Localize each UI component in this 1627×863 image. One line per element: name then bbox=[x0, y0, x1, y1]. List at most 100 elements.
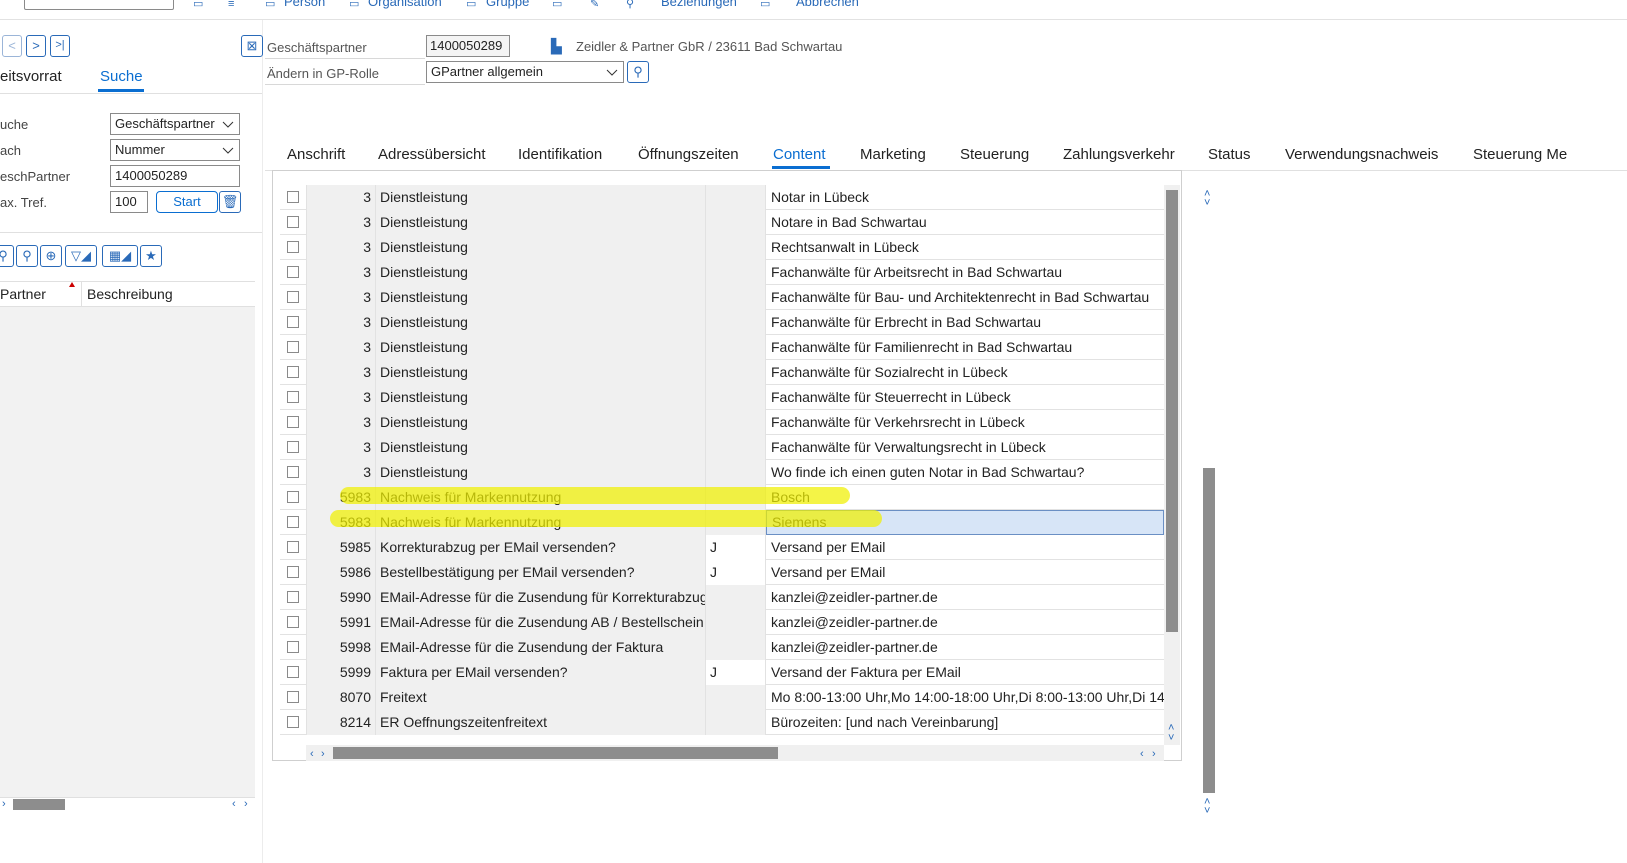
row-checkbox[interactable] bbox=[287, 266, 299, 278]
toolbar-cancel[interactable]: Abbrechen bbox=[796, 0, 859, 9]
column-description[interactable]: Beschreibung bbox=[87, 286, 173, 302]
max-hits-input[interactable]: 100 bbox=[110, 191, 148, 213]
tab-anschrift[interactable]: Anschrift bbox=[287, 146, 345, 163]
content-value[interactable]: Fachanwälte für Erbrecht in Bad Schwarta… bbox=[766, 310, 1164, 335]
tab-status[interactable]: Status bbox=[1208, 146, 1251, 163]
row-checkbox[interactable] bbox=[287, 716, 299, 728]
column-partner[interactable]: Partner bbox=[0, 286, 46, 302]
content-value[interactable]: Wo finde ich einen guten Notar in Bad Sc… bbox=[766, 460, 1164, 485]
tab-oeffnungszeiten[interactable]: Öffnungszeiten bbox=[638, 146, 739, 163]
command-field[interactable] bbox=[24, 0, 174, 10]
toolbar-group[interactable]: Gruppe bbox=[486, 0, 529, 9]
row-checkbox[interactable] bbox=[287, 316, 299, 328]
organisation-icon[interactable]: ▭ bbox=[349, 0, 365, 10]
table-row[interactable]: 3 Dienstleistung Wo finde ich einen guten … bbox=[280, 460, 1164, 485]
print-icon[interactable]: ▭ bbox=[193, 0, 209, 10]
row-select-cell[interactable] bbox=[280, 585, 307, 610]
scroll-left-icon[interactable]: ‹ bbox=[232, 799, 236, 810]
row-checkbox[interactable] bbox=[287, 241, 299, 253]
row-select-cell[interactable] bbox=[280, 310, 307, 335]
previous-icon[interactable]: < bbox=[2, 35, 22, 57]
tab-adressuebersicht[interactable]: Adressübersicht bbox=[378, 146, 486, 163]
table-row[interactable]: 5998 EMail-Adresse für die Zusendung der … bbox=[280, 635, 1164, 660]
table-hscroll-thumb[interactable] bbox=[333, 747, 778, 759]
start-button[interactable]: Start bbox=[156, 191, 218, 213]
edit-icon[interactable]: ✎ bbox=[590, 0, 606, 10]
row-select-cell[interactable] bbox=[280, 210, 307, 235]
row-select-cell[interactable] bbox=[280, 260, 307, 285]
table-row[interactable]: 3 Dienstleistung Fachanwälte für Bau- und … bbox=[280, 285, 1164, 310]
cancel-icon[interactable]: ▭ bbox=[760, 0, 776, 10]
row-checkbox[interactable] bbox=[287, 441, 299, 453]
row-select-cell[interactable] bbox=[280, 360, 307, 385]
content-value[interactable]: Mo 8:00-13:00 Uhr,Mo 14:00-18:00 Uhr,Di … bbox=[766, 685, 1164, 710]
table-row[interactable]: 8070 Freitext Mo 8:00-13:00 Uhr,Mo 14:00-1… bbox=[280, 685, 1164, 710]
row-checkbox[interactable] bbox=[287, 466, 299, 478]
row-checkbox[interactable] bbox=[287, 216, 299, 228]
row-select-cell[interactable] bbox=[280, 685, 307, 710]
last-icon[interactable]: >| bbox=[50, 35, 70, 57]
tab-steuerung[interactable]: Steuerung bbox=[960, 146, 1029, 163]
row-checkbox[interactable] bbox=[287, 516, 299, 528]
row-select-cell[interactable] bbox=[280, 185, 307, 210]
table-row[interactable]: 5991 EMail-Adresse für die Zusendung AB /… bbox=[280, 610, 1164, 635]
content-value[interactable]: Fachanwälte für Bau- und Architektenrech… bbox=[766, 285, 1164, 310]
group-icon[interactable]: ▭ bbox=[466, 0, 482, 10]
scroll-left-icon[interactable]: ‹ bbox=[1140, 749, 1144, 760]
row-checkbox[interactable] bbox=[287, 191, 299, 203]
tab-zahlungsverkehr[interactable]: Zahlungsverkehr bbox=[1063, 146, 1175, 163]
table-row[interactable]: 3 Dienstleistung Fachanwälte für Verwaltun… bbox=[280, 435, 1164, 460]
content-value[interactable]: Fachanwälte für Arbeitsrecht in Bad Schw… bbox=[766, 260, 1164, 285]
table-row[interactable]: 3 Dienstleistung Fachanwälte für Verkehrsr… bbox=[280, 410, 1164, 435]
tab-worklist[interactable]: eitsvorrat bbox=[0, 68, 62, 85]
row-checkbox[interactable] bbox=[287, 641, 299, 653]
table-row[interactable]: 5985 Korrekturabzug per EMail versenden? J… bbox=[280, 535, 1164, 560]
row-checkbox[interactable] bbox=[287, 691, 299, 703]
row-checkbox[interactable] bbox=[287, 666, 299, 678]
tab-content[interactable]: Content bbox=[773, 146, 826, 163]
scroll-left-icon[interactable]: ‹ bbox=[310, 749, 314, 760]
row-select-cell[interactable] bbox=[280, 410, 307, 435]
tab-verwendungsnachweis[interactable]: Verwendungsnachweis bbox=[1285, 146, 1438, 163]
filter-icon[interactable]: ▽◢ bbox=[65, 245, 97, 267]
content-flag[interactable]: J bbox=[706, 535, 766, 560]
content-value[interactable]: Fachanwälte für Verkehrsrecht in Lübeck bbox=[766, 410, 1164, 435]
page-vscroll-thumb[interactable] bbox=[1203, 468, 1215, 793]
table-row[interactable]: 3 Dienstleistung Fachanwälte für Sozialrec… bbox=[280, 360, 1164, 385]
search-icon[interactable]: ⚲ bbox=[16, 245, 38, 267]
content-value[interactable]: Versand per EMail bbox=[766, 535, 1164, 560]
table-row[interactable]: 3 Dienstleistung Fachanwälte für Erbrecht … bbox=[280, 310, 1164, 335]
row-checkbox[interactable] bbox=[287, 416, 299, 428]
row-select-cell[interactable] bbox=[280, 435, 307, 460]
row-checkbox[interactable] bbox=[287, 366, 299, 378]
find-next-icon[interactable]: ⊕ bbox=[40, 245, 62, 267]
list-icon[interactable]: ≡ bbox=[228, 0, 244, 10]
row-select-cell[interactable] bbox=[280, 710, 307, 735]
copy-icon[interactable]: ▭ bbox=[552, 0, 568, 10]
toolbar-person[interactable]: Person bbox=[284, 0, 325, 9]
table-row[interactable]: 5986 Bestellbestätigung per EMail versend… bbox=[280, 560, 1164, 585]
tab-marketing[interactable]: Marketing bbox=[860, 146, 926, 163]
search-by-select[interactable]: Nummer bbox=[110, 139, 240, 161]
find-icon[interactable]: ⚲ bbox=[0, 245, 14, 267]
content-flag[interactable]: J bbox=[706, 560, 766, 585]
role-select[interactable]: GPartner allgemein bbox=[426, 61, 624, 83]
tab-identifikation[interactable]: Identifikation bbox=[518, 146, 602, 163]
relations-icon[interactable]: ⚲ bbox=[626, 0, 642, 10]
row-select-cell[interactable] bbox=[280, 335, 307, 360]
table-row[interactable]: 3 Dienstleistung Rechtsanwalt in Lübeck bbox=[280, 235, 1164, 260]
row-select-cell[interactable] bbox=[280, 235, 307, 260]
table-row[interactable]: 3 Dienstleistung Notare in Bad Schwartau bbox=[280, 210, 1164, 235]
layout-icon[interactable]: ▦◢ bbox=[102, 245, 138, 267]
toolbar-organisation[interactable]: Organisation bbox=[368, 0, 442, 9]
row-checkbox[interactable] bbox=[287, 391, 299, 403]
content-value[interactable]: Notar in Lübeck bbox=[766, 185, 1164, 210]
row-checkbox[interactable] bbox=[287, 616, 299, 628]
row-select-cell[interactable] bbox=[280, 485, 307, 510]
scroll-down-icon[interactable]: ˅ bbox=[1204, 198, 1210, 209]
row-checkbox[interactable] bbox=[287, 491, 299, 503]
left-hscroll-thumb[interactable] bbox=[13, 799, 65, 810]
content-flag[interactable]: J bbox=[706, 660, 766, 685]
content-value[interactable]: Bürozeiten: [und nach Vereinbarung] bbox=[766, 710, 1164, 735]
next-icon[interactable]: > bbox=[26, 35, 46, 57]
